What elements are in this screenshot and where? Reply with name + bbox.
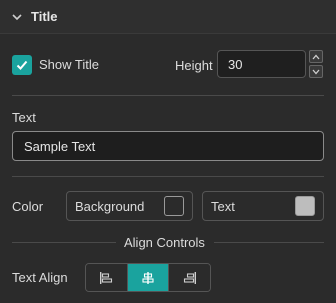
divider (12, 95, 324, 96)
show-title-row: Show Title Height 30 (0, 48, 336, 82)
text-align-label: Text Align (12, 270, 68, 285)
background-color-swatch (164, 196, 184, 216)
align-left-button[interactable] (86, 264, 127, 291)
section-divider-right (214, 242, 324, 243)
show-title-label: Show Title (39, 57, 99, 72)
panel-title: Title (31, 9, 58, 24)
decrement-button[interactable] (309, 65, 323, 78)
increment-button[interactable] (309, 50, 323, 63)
align-center-icon (142, 271, 154, 284)
align-right-button[interactable] (168, 264, 210, 291)
text-align-group (85, 263, 211, 292)
align-right-icon (183, 271, 196, 284)
panel-header[interactable]: Title (0, 0, 336, 34)
text-color-swatch (295, 196, 315, 216)
section-divider-left (12, 242, 116, 243)
chevron-down-icon[interactable] (11, 11, 23, 23)
text-color-label: Text (211, 198, 235, 214)
show-title-checkbox[interactable] (12, 55, 32, 75)
align-left-icon (100, 271, 113, 284)
height-stepper (309, 50, 323, 78)
text-label: Text (12, 110, 36, 125)
background-color-button[interactable]: Background (66, 191, 193, 221)
chevron-down-icon (312, 69, 320, 74)
text-color-button[interactable]: Text (202, 191, 324, 221)
align-controls-title: Align Controls (124, 235, 205, 250)
chevron-up-icon (312, 54, 320, 59)
divider (12, 176, 324, 177)
text-input[interactable]: Sample Text (12, 131, 324, 161)
color-label: Color (12, 199, 44, 214)
align-center-button[interactable] (126, 264, 169, 291)
background-color-label: Background (75, 198, 145, 214)
height-input[interactable]: 30 (217, 50, 306, 78)
height-label: Height (175, 58, 213, 73)
checkmark-icon (16, 60, 28, 70)
